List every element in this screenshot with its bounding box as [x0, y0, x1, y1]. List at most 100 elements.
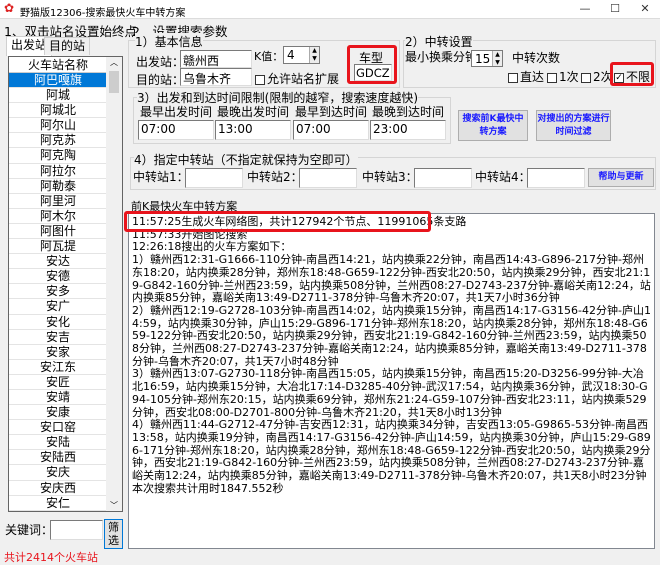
station-item[interactable]: 安口窑 — [9, 420, 107, 436]
keyword-input[interactable] — [50, 520, 103, 540]
k-spinner[interactable]: 4 ▲ ▼ — [283, 46, 320, 64]
to-label: 目的站： — [136, 73, 185, 87]
help-update-button[interactable]: 帮助与更新 — [588, 168, 654, 187]
station-item[interactable]: 阿克苏 — [9, 133, 107, 149]
station-item[interactable]: 安多 — [9, 284, 107, 300]
checkbox-icon[interactable] — [508, 72, 518, 83]
via-label: 中转站1： — [133, 170, 189, 184]
window-title: 野猫版12306-搜索最快火车中转方案 — [20, 8, 186, 19]
station-list[interactable]: 火车站名称 阿巴嘎旗 阿城 阿城北 阿尔山 阿克苏 阿克陶 阿拉尔 阿勒泰 阿里河 阿木尔 阿图什阿… — [8, 56, 123, 512]
station-item[interactable]: 安家 — [9, 345, 107, 360]
scroll-up-icon[interactable]: ︿ — [106, 57, 122, 71]
checkbox-icon[interactable] — [547, 72, 557, 83]
station-item[interactable]: 阿城 — [9, 88, 107, 104]
from-label: 出发站： — [136, 55, 185, 69]
via-station-input[interactable] — [527, 168, 585, 188]
log-line: 2）赣州西12:19-G2728-103分钟-南昌西14:02，站内换乘15分钟… — [132, 303, 651, 368]
spin-down-icon[interactable]: ▼ — [309, 55, 319, 63]
scroll-down-icon[interactable]: ﹀ — [106, 500, 122, 511]
station-total: 共计2414个火车站 — [4, 551, 98, 564]
via-station-input[interactable] — [414, 168, 472, 188]
station-item[interactable]: 安匠 — [9, 375, 107, 390]
scroll-thumb[interactable] — [109, 71, 119, 93]
log-line: 本次搜索共计用时1847.552秒 — [132, 481, 284, 495]
station-item[interactable]: 安达 — [9, 254, 107, 270]
checkbox-icon[interactable] — [255, 74, 265, 85]
station-item[interactable]: 安靖 — [9, 390, 107, 406]
time-input[interactable]: 13:00 — [215, 120, 291, 140]
station-item[interactable]: 阿巴嘎旗 — [9, 73, 107, 89]
station-item[interactable]: 安陆西 — [9, 450, 107, 466]
station-item[interactable]: 阿里河 — [9, 194, 107, 209]
spin-up-icon[interactable]: ▲ — [492, 51, 502, 59]
min-transfer-label: 最小换乘分钟 — [405, 50, 478, 64]
minimize-button[interactable]: — — [570, 1, 600, 17]
option-direct[interactable]: 直达 — [508, 68, 544, 85]
time-label: 最早出发时间 — [140, 105, 213, 119]
station-item[interactable]: 安吉 — [9, 330, 107, 345]
k-value: 4 — [287, 48, 295, 62]
option-1[interactable]: 1次 — [547, 68, 579, 85]
spin-down-icon[interactable]: ▼ — [492, 58, 502, 66]
to-station-input[interactable]: 乌鲁木齐 — [180, 68, 252, 86]
option-2[interactable]: 2次 — [581, 68, 613, 85]
spin-up-icon[interactable]: ▲ — [309, 47, 319, 55]
via-title: 4）指定中转站（不指定就保持为空即可） — [134, 151, 358, 168]
maximize-button[interactable]: ☐ — [600, 1, 630, 17]
station-item[interactable]: 安仁 — [9, 496, 107, 511]
station-item[interactable]: 阿瓦提 — [9, 239, 107, 255]
via-station-input[interactable] — [299, 168, 357, 188]
station-item[interactable]: 安陆 — [9, 435, 107, 451]
station-item[interactable]: 安庆西 — [9, 481, 107, 496]
station-item[interactable]: 安德 — [9, 269, 107, 285]
via-station-input[interactable] — [185, 168, 243, 188]
cat-logo-icon: ✿ — [4, 1, 15, 15]
log-line: 1）赣州西12:31-G1666-110分钟-南昌西14:21，站内换乘22分钟… — [132, 253, 651, 305]
station-item[interactable]: 安化 — [9, 315, 107, 330]
via-label: 中转站3： — [362, 170, 418, 184]
time-input[interactable]: 07:00 — [293, 120, 369, 140]
station-item[interactable]: 阿木尔 — [9, 209, 107, 224]
station-item[interactable]: 安康 — [9, 405, 107, 421]
option-label: 直达 — [520, 70, 545, 84]
title-bar: ✿ 野猫版12306-搜索最快火车中转方案 — ☐ ✕ — [0, 0, 660, 19]
train-type-input[interactable]: GDCZ — [354, 64, 392, 81]
min-transfer-value: 15 — [475, 52, 491, 66]
min-transfer-spinner[interactable]: 15 ▲ ▼ — [471, 50, 503, 67]
results-log[interactable]: 11:57:25生成火车网络图，共计127942个节点、11991065条支路 1… — [128, 213, 655, 549]
time-input[interactable]: 07:00 — [138, 120, 214, 140]
via-label: 中转站4： — [475, 170, 531, 184]
time-label: 最晚出发时间 — [217, 105, 290, 119]
log-line: 3）赣州西13:07-G2730-118分钟-南昌西15:05，站内换乘15分钟… — [132, 367, 648, 419]
station-item[interactable]: 安庆 — [9, 465, 107, 481]
station-item[interactable]: 阿拉尔 — [9, 164, 107, 179]
close-button[interactable]: ✕ — [630, 1, 660, 17]
via-label: 中转站2： — [247, 170, 303, 184]
station-item[interactable]: 安广 — [9, 299, 107, 315]
log-line: 4）赣州西11:44-G2712-47分钟-吉安西12:31，站内换乘34分钟，… — [132, 418, 651, 483]
time-label: 最晚到达时间 — [372, 105, 445, 119]
expand-name-label: 允许站名扩展 — [267, 72, 340, 86]
time-input[interactable]: 23:00 — [370, 120, 446, 140]
station-item[interactable]: 阿图什 — [9, 224, 107, 240]
unlimited-highlight — [610, 62, 654, 86]
k-label: K值： — [254, 50, 284, 63]
search-button[interactable]: 搜索前K最快中转方案 — [458, 110, 528, 141]
scrollbar[interactable]: ︿ ﹀ — [106, 57, 122, 511]
network-line-highlight — [124, 211, 431, 232]
expand-name-checkbox[interactable]: 允许站名扩展 — [255, 70, 339, 87]
basic-info-title: 1）基本信息 — [135, 33, 203, 50]
time-filter-button[interactable]: 对搜出的方案进行时间过滤 — [536, 110, 611, 141]
station-item[interactable]: 阿城北 — [9, 103, 107, 119]
filter-button[interactable]: 筛选 — [104, 519, 123, 549]
station-item[interactable]: 安江东 — [9, 360, 107, 375]
checkbox-icon[interactable] — [581, 72, 591, 83]
from-station-input[interactable]: 赣州西 — [180, 50, 252, 68]
tab-to[interactable]: 目的站 — [44, 37, 91, 55]
station-item[interactable]: 阿勒泰 — [9, 179, 107, 194]
station-item[interactable]: 阿尔山 — [9, 118, 107, 134]
list-header: 火车站名称 — [9, 57, 107, 73]
transfer-count-label: 中转次数 — [512, 51, 561, 65]
time-label: 最早到达时间 — [295, 105, 368, 119]
station-item[interactable]: 阿克陶 — [9, 148, 107, 164]
